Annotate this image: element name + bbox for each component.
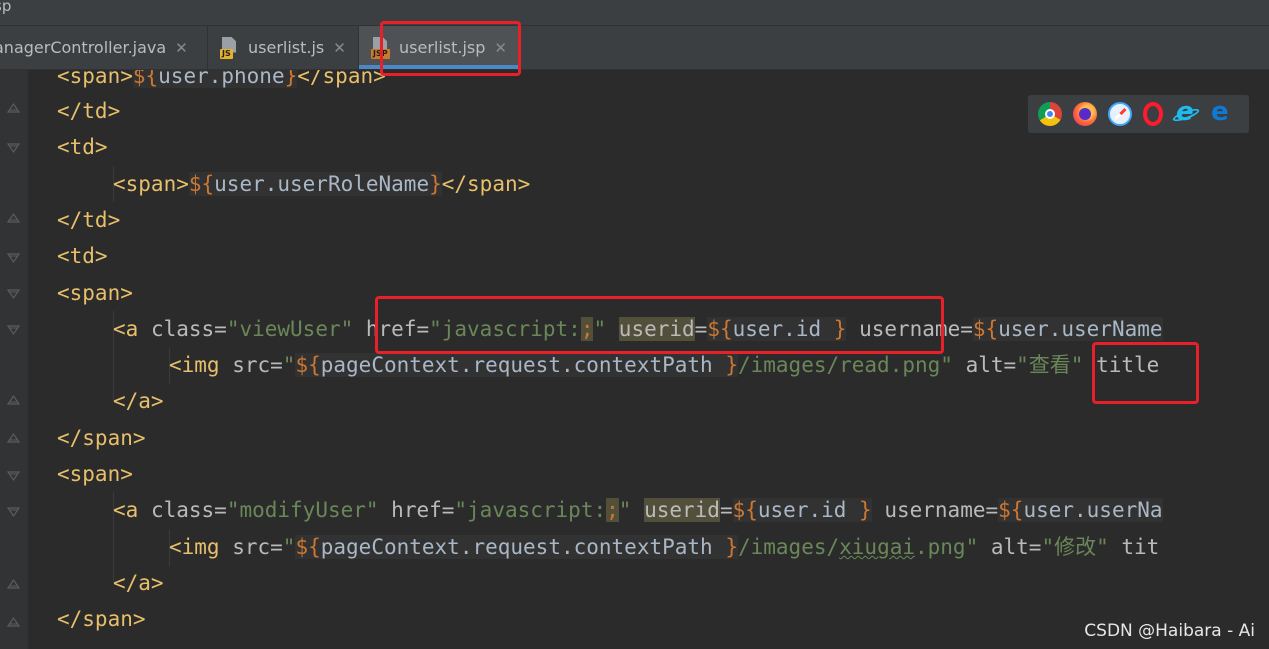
js-file-icon: JS xyxy=(220,36,240,59)
fold-start-icon[interactable] xyxy=(7,506,20,518)
opera-icon[interactable] xyxy=(1143,102,1163,126)
code-line: </span> xyxy=(57,607,146,631)
code-line: <a class="modifyUser" href="javascript:;… xyxy=(113,498,1163,522)
safari-icon[interactable] xyxy=(1108,102,1132,126)
code-line: <span> xyxy=(57,462,133,486)
fold-start-icon[interactable] xyxy=(7,288,20,300)
browser-preview-toolbar: e e xyxy=(1028,95,1249,133)
ide-window: sp anagerController.java ✕ JS userlist.j… xyxy=(0,0,1269,649)
fold-end-icon[interactable] xyxy=(7,578,20,590)
edge-icon[interactable]: e xyxy=(1209,99,1233,126)
annotation-box-href xyxy=(375,296,944,354)
code-line: <span> xyxy=(57,281,133,305)
code-line: <span>${user.userRoleName}</span> xyxy=(113,172,531,196)
editor-gutter xyxy=(0,70,28,649)
annotation-box-active-tab xyxy=(380,21,521,76)
code-line: <td> xyxy=(57,244,108,268)
editor-tab-bar: anagerController.java ✕ JS userlist.js ✕… xyxy=(0,26,1269,70)
code-line: </a> xyxy=(113,389,164,413)
tab-label: userlist.js xyxy=(248,38,325,57)
title-bar: sp xyxy=(0,0,1269,26)
firefox-icon[interactable] xyxy=(1073,102,1097,126)
chrome-icon[interactable] xyxy=(1038,102,1062,126)
code-line: </td> xyxy=(57,208,121,232)
tab-managercontroller-java[interactable]: anagerController.java ✕ xyxy=(0,26,208,69)
internet-explorer-icon[interactable]: e xyxy=(1174,99,1198,126)
code-line: </a> xyxy=(113,571,164,595)
annotation-box-alt xyxy=(1092,342,1199,404)
code-line: </span> xyxy=(57,426,146,450)
window-title: sp xyxy=(0,0,12,15)
fold-start-icon[interactable] xyxy=(7,324,20,336)
fold-end-icon[interactable] xyxy=(7,432,20,444)
fold-start-icon[interactable] xyxy=(7,470,20,482)
code-editor[interactable]: <span>${user.phone}</span> </td> <td> <s… xyxy=(0,70,1269,649)
fold-start-icon[interactable] xyxy=(7,142,20,154)
code-line: <span>${user.phone}</span> xyxy=(57,70,386,94)
fold-end-icon[interactable] xyxy=(7,616,20,628)
fold-end-icon[interactable] xyxy=(7,212,20,224)
code-line: </td> xyxy=(57,99,121,123)
fold-start-icon[interactable] xyxy=(7,252,20,264)
tab-userlist-js[interactable]: JS userlist.js ✕ xyxy=(208,26,359,69)
code-line: <td> xyxy=(57,135,108,159)
close-icon[interactable]: ✕ xyxy=(175,39,188,57)
watermark: CSDN @Haibara - Ai xyxy=(1084,621,1255,641)
tab-label: anagerController.java xyxy=(0,38,167,57)
fold-end-icon[interactable] xyxy=(7,102,20,114)
fold-end-icon[interactable] xyxy=(7,394,20,406)
close-icon[interactable]: ✕ xyxy=(333,39,346,57)
code-line: <img src="${pageContext.request.contextP… xyxy=(169,535,1160,559)
